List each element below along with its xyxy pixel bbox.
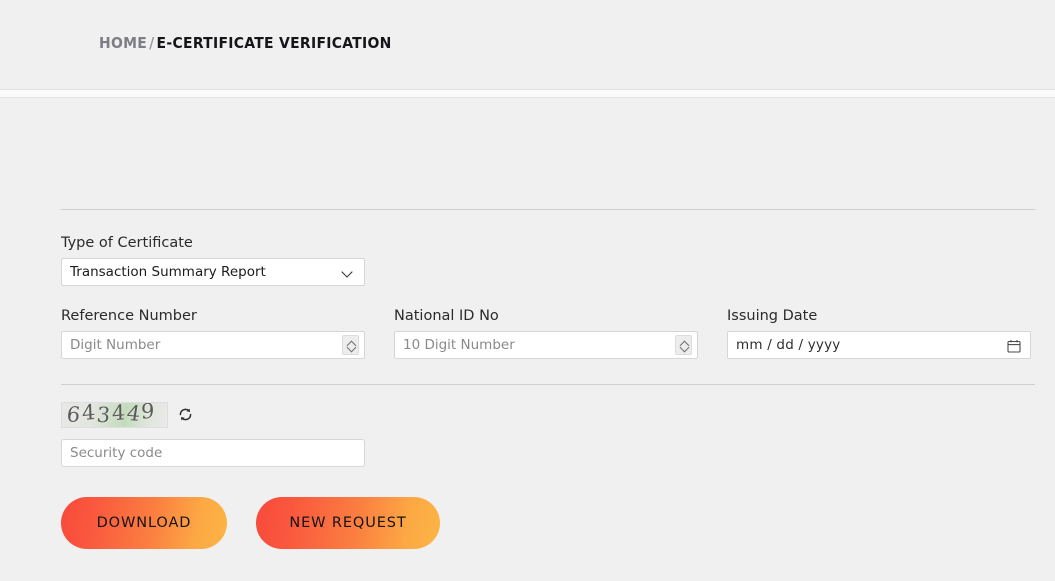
captcha-image: 643449	[61, 401, 168, 428]
national-id-stepper[interactable]	[675, 335, 692, 355]
national-id-group: National ID No	[394, 296, 698, 359]
security-code-input[interactable]	[61, 439, 365, 467]
national-id-label: National ID No	[394, 308, 499, 324]
captcha-digit: 9	[141, 401, 157, 424]
captcha-digit: 3	[95, 402, 113, 427]
national-id-input-wrap	[394, 331, 698, 359]
reference-number-label: Reference Number	[61, 308, 197, 324]
security-code-group	[61, 439, 1035, 467]
breadcrumb-home-link[interactable]: HOME	[99, 34, 147, 52]
form-actions: DOWNLOAD NEW REQUEST	[61, 497, 1035, 549]
captcha-digit: 4	[81, 401, 98, 425]
certificate-type-select-wrap: Transaction Summary Report	[61, 258, 365, 286]
page-header: HOME / E-CERTIFICATE VERIFICATION	[0, 0, 1055, 89]
captcha-row: 643449	[61, 401, 1035, 428]
download-button[interactable]: DOWNLOAD	[61, 497, 227, 549]
reference-number-input-wrap	[61, 331, 365, 359]
issuing-date-input[interactable]: mm / dd / yyyy	[727, 331, 1031, 359]
issuing-date-group: Issuing Date mm / dd / yyyy	[727, 296, 1031, 359]
national-id-input[interactable]	[394, 331, 698, 359]
breadcrumb: HOME / E-CERTIFICATE VERIFICATION	[99, 34, 392, 52]
breadcrumb-current-page: E-CERTIFICATE VERIFICATION	[156, 34, 392, 52]
certificate-type-label: Type of Certificate	[61, 235, 193, 251]
captcha-digit: 4	[111, 401, 127, 425]
reference-number-stepper[interactable]	[342, 335, 359, 355]
captcha-code-text: 643449	[65, 401, 157, 427]
breadcrumb-separator: /	[149, 34, 155, 52]
verification-form: Type of Certificate Transaction Summary …	[61, 209, 1035, 549]
certificate-type-group: Type of Certificate Transaction Summary …	[61, 210, 1035, 286]
certificate-type-select[interactable]: Transaction Summary Report	[61, 258, 365, 286]
reference-number-group: Reference Number	[61, 296, 365, 359]
calendar-icon[interactable]	[1007, 338, 1021, 353]
main-content: Type of Certificate Transaction Summary …	[0, 98, 1055, 581]
reference-number-input[interactable]	[61, 331, 365, 359]
header-divider	[0, 89, 1055, 98]
new-request-button[interactable]: NEW REQUEST	[256, 497, 440, 549]
form-middle-divider	[61, 384, 1035, 385]
refresh-icon[interactable]	[177, 406, 194, 423]
issuing-date-label: Issuing Date	[727, 308, 818, 324]
identification-row: Reference Number National ID No	[61, 296, 1035, 359]
issuing-date-placeholder: mm / dd / yyyy	[736, 337, 841, 353]
captcha-digit: 6	[65, 401, 84, 427]
